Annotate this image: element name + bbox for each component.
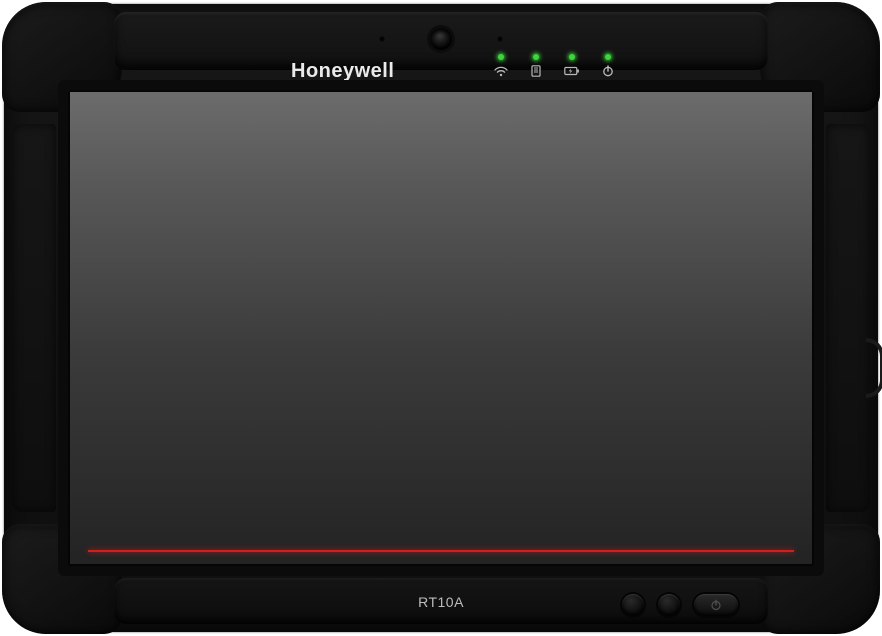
stylus-loop bbox=[866, 338, 882, 398]
status-battery bbox=[564, 54, 580, 78]
sensor-dot-right bbox=[497, 36, 503, 42]
battery-charging-icon bbox=[564, 64, 580, 78]
wifi-led bbox=[498, 54, 504, 60]
battery-led bbox=[569, 54, 575, 60]
front-camera bbox=[430, 28, 452, 50]
power-button[interactable] bbox=[694, 594, 738, 616]
sensor-dot-left bbox=[379, 36, 385, 42]
status-wifi bbox=[494, 54, 508, 78]
touchscreen-display[interactable] bbox=[68, 90, 814, 566]
hardware-button-cluster bbox=[622, 594, 738, 616]
right-edge bbox=[826, 124, 870, 512]
storage-icon bbox=[530, 64, 542, 78]
volume-up-button[interactable] bbox=[658, 594, 680, 616]
volume-down-button[interactable] bbox=[622, 594, 644, 616]
left-edge bbox=[12, 124, 56, 512]
brand-logo: Honeywell bbox=[291, 60, 394, 83]
storage-led bbox=[533, 54, 539, 60]
status-led-row bbox=[494, 54, 614, 78]
status-storage bbox=[530, 54, 542, 78]
power-button-icon bbox=[710, 599, 722, 611]
wifi-icon bbox=[494, 64, 508, 78]
model-label: RT10A bbox=[418, 594, 464, 610]
rugged-tablet-device: Honeywell bbox=[4, 4, 878, 632]
power-led bbox=[605, 54, 611, 60]
status-power bbox=[602, 54, 614, 78]
power-icon bbox=[602, 64, 614, 78]
